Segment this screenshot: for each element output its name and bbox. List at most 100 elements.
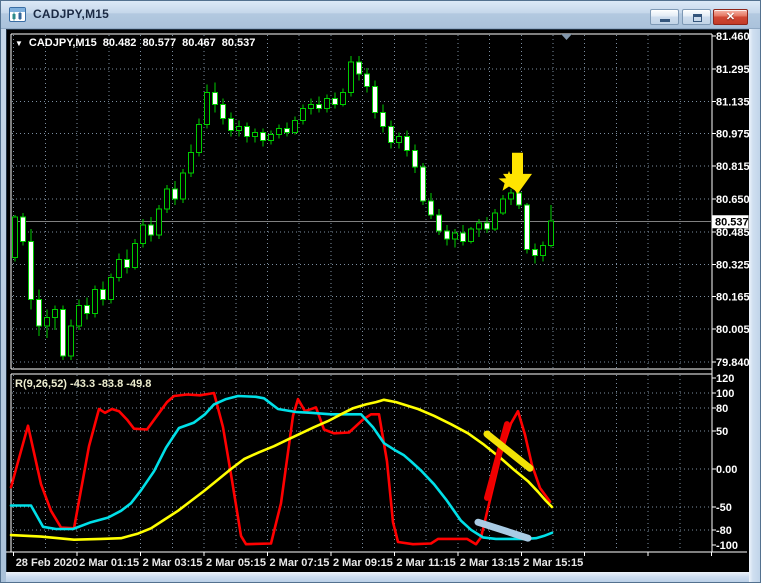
price-axis-label: 79.840 xyxy=(716,357,749,369)
candle xyxy=(276,128,282,136)
candle xyxy=(116,258,122,278)
candle xyxy=(236,126,242,132)
candle xyxy=(180,172,186,200)
window-bottom-frame xyxy=(6,572,749,582)
candle xyxy=(260,132,266,142)
candle xyxy=(404,136,410,152)
axis-ticks xyxy=(13,35,716,556)
price-axis-label: 81.135 xyxy=(716,96,749,108)
current-price-tag: 80.537 xyxy=(712,215,749,229)
candle xyxy=(508,192,514,200)
candle xyxy=(436,214,442,232)
time-axis-label: 2 Mar 15:15 xyxy=(523,557,583,569)
down-arrow-annotation[interactable] xyxy=(503,152,532,194)
price-axis-label: 80.485 xyxy=(716,227,749,239)
close-button[interactable]: ✕ xyxy=(713,9,748,25)
oscillator-axis-label: 50 xyxy=(716,426,728,438)
candle xyxy=(532,248,538,256)
price-axis-label: 80.815 xyxy=(716,161,749,173)
price-axis-label: 80.165 xyxy=(716,292,749,304)
window-titlebar[interactable]: CADJPY,M15 ✕ xyxy=(1,1,760,29)
time-axis-label: 2 Mar 11:15 xyxy=(396,557,455,569)
candle xyxy=(12,216,18,258)
candle xyxy=(324,97,330,109)
time-axis-label: 2 Mar 01:15 xyxy=(79,557,139,569)
window-title: CADJPY,M15 xyxy=(33,7,110,21)
oscillator-axis-label: 0.00 xyxy=(716,464,737,476)
candle xyxy=(372,85,378,113)
candle xyxy=(428,200,434,216)
oscillator-axis-label: 80 xyxy=(716,403,728,415)
chart-client-area: 81.460 81.295 81.135 80.975 80.815 80.650 80.4… xyxy=(6,29,749,572)
chart-shift-marker[interactable] xyxy=(561,34,572,40)
candle xyxy=(244,126,250,138)
candle xyxy=(148,224,154,236)
candle xyxy=(284,128,290,134)
candle xyxy=(420,166,426,202)
candle xyxy=(308,103,314,109)
candle xyxy=(348,61,354,93)
time-axis-label: 2 Mar 13:15 xyxy=(460,557,520,569)
oscillator-axis-label: 120 xyxy=(716,373,734,385)
price-axis-label: 81.295 xyxy=(716,64,749,76)
candle xyxy=(124,258,130,268)
minimize-button[interactable] xyxy=(650,9,679,25)
oscillator-axis-label: -100 xyxy=(716,540,738,552)
candle xyxy=(492,212,498,230)
candle xyxy=(132,242,138,268)
candle xyxy=(60,309,66,357)
current-price-tag-text: 80.537 xyxy=(715,217,749,229)
candle xyxy=(100,289,106,301)
candle xyxy=(516,192,522,206)
candle xyxy=(468,228,474,242)
candle xyxy=(396,136,402,144)
price-axis-label: 81.460 xyxy=(716,31,749,43)
candle xyxy=(52,309,58,319)
price-axis-label: 80.005 xyxy=(716,324,749,336)
trendline-annotations xyxy=(474,421,534,542)
candle xyxy=(524,204,530,250)
candle xyxy=(228,118,234,132)
candle xyxy=(68,325,74,357)
candle xyxy=(380,111,386,128)
oscillator-axis-label: -50 xyxy=(716,502,732,514)
mt4-chart-window: CADJPY,M15 ✕ 81.460 81.295 81.135 80.975 80.… xyxy=(0,0,761,583)
candle xyxy=(92,289,98,315)
restore-button[interactable] xyxy=(682,9,711,25)
candle xyxy=(484,222,490,230)
time-axis-label: 2 Mar 07:15 xyxy=(269,557,329,569)
candle xyxy=(20,216,26,242)
window-right-frame xyxy=(749,29,760,582)
oscillator-axis-label: 100 xyxy=(716,388,734,400)
time-axis-label: 2 Mar 05:15 xyxy=(206,557,266,569)
candle xyxy=(172,188,178,200)
candle xyxy=(540,244,546,256)
candle xyxy=(500,198,506,214)
candle xyxy=(212,91,218,105)
candle xyxy=(364,73,370,87)
candle xyxy=(140,224,146,244)
time-axis-label: 2 Mar 03:15 xyxy=(143,557,203,569)
yellow-line xyxy=(9,398,554,542)
candle xyxy=(84,305,90,315)
grid-lines xyxy=(12,35,711,551)
price-axis-label: 80.325 xyxy=(716,259,749,271)
candle xyxy=(204,91,210,126)
candle xyxy=(548,220,554,246)
candle xyxy=(220,103,226,120)
oscillator-axis-label: -80 xyxy=(716,525,732,537)
candle xyxy=(36,299,42,327)
candle xyxy=(476,222,482,230)
candle xyxy=(356,61,362,75)
candle xyxy=(444,230,450,240)
chart-canvas[interactable]: 81.460 81.295 81.135 80.975 80.815 80.650 80.4… xyxy=(6,29,749,572)
cyan-line xyxy=(9,394,554,541)
candle xyxy=(340,91,346,105)
candle xyxy=(196,124,202,154)
candle xyxy=(252,132,258,138)
candle xyxy=(332,97,338,105)
candle xyxy=(44,317,50,327)
candle xyxy=(412,150,418,168)
candle xyxy=(268,134,274,142)
candle xyxy=(108,276,114,301)
